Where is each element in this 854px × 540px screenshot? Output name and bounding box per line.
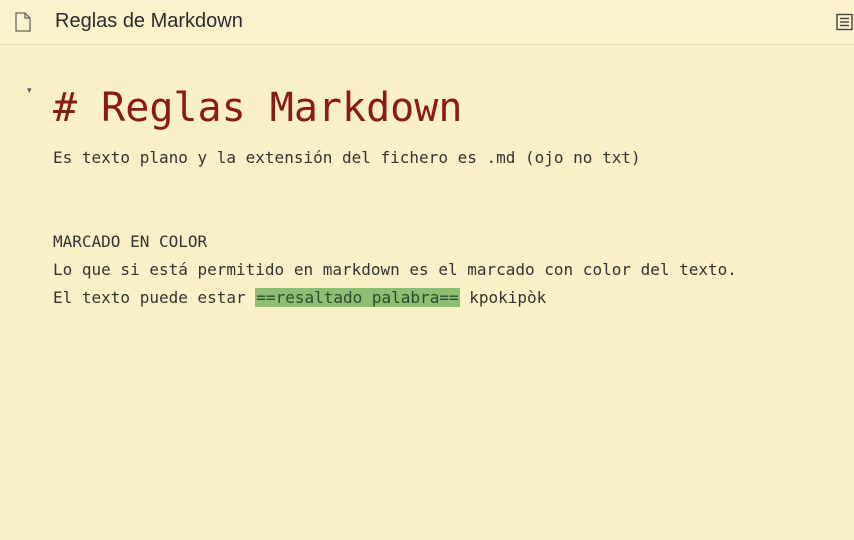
heading-line[interactable]: # Reglas Markdown — [53, 86, 462, 130]
fold-toggle-icon[interactable]: ▾ — [27, 86, 32, 96]
section-title-line[interactable]: MARCADO EN COLOR — [53, 232, 207, 252]
paragraph-line[interactable]: Es texto plano y la extensión del ficher… — [53, 148, 641, 168]
file-icon — [15, 12, 31, 32]
note-header: Reglas de Markdown — [0, 0, 854, 45]
paragraph-suffix: kpokipòk — [459, 288, 547, 307]
note-title[interactable]: Reglas de Markdown — [55, 10, 243, 33]
outline-icon[interactable] — [836, 13, 854, 31]
highlight-paragraph-line[interactable]: El texto puede estar ==resaltado palabra… — [53, 288, 546, 308]
highlighted-text: ==resaltado palabra== — [255, 288, 460, 307]
paragraph-line[interactable]: Lo que si está permitido en markdown es … — [53, 260, 737, 280]
paragraph-prefix: El texto puede estar — [53, 288, 256, 307]
